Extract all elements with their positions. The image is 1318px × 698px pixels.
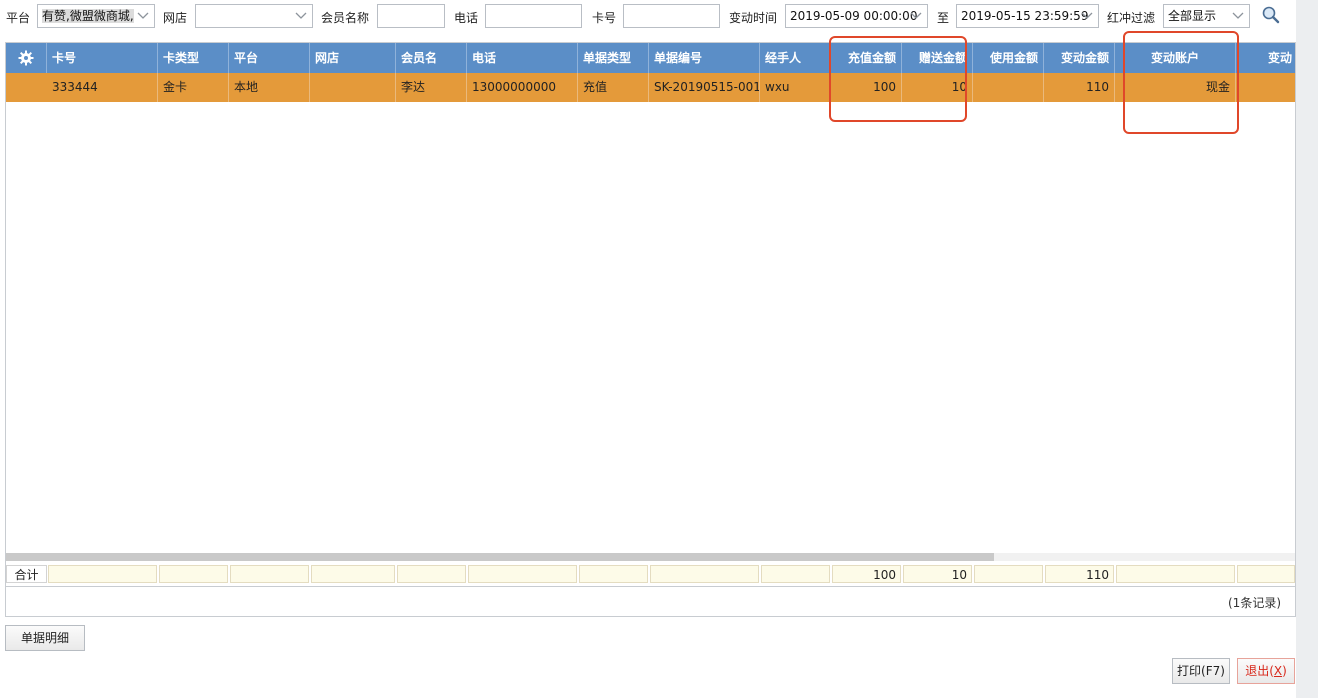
cell-extra: [1236, 73, 1295, 102]
reverse-filter-value: 全部显示: [1168, 9, 1217, 23]
card-no-label: 卡号: [592, 11, 617, 25]
total-shop: [311, 565, 395, 583]
col-card-no[interactable]: 卡号: [47, 43, 158, 73]
col-platform[interactable]: 平台: [229, 43, 310, 73]
chevron-down-icon[interactable]: [1081, 7, 1095, 25]
cell-card-no: 333444: [47, 73, 158, 102]
total-doc-no: [650, 565, 759, 583]
card-change-grid: 卡号 卡类型 平台 网店 会员名 电话 单据类型 单据编号 经手人 充值金额 赠…: [5, 42, 1296, 617]
col-member-name[interactable]: 会员名: [396, 43, 467, 73]
platform-select[interactable]: 有赞,微盟微商城,: [37, 4, 155, 28]
cell-handler: wxu: [760, 73, 831, 102]
total-recharge: 100: [832, 565, 901, 583]
cell-card-type: 金卡: [158, 73, 229, 102]
exit-shortcut-key: X: [1273, 664, 1283, 678]
shop-label: 网店: [163, 11, 188, 25]
total-card-type: [159, 565, 228, 583]
exit-label-suffix: ): [1282, 664, 1287, 678]
card-no-input[interactable]: [623, 4, 720, 28]
reverse-filter-select[interactable]: 全部显示: [1163, 4, 1250, 28]
search-icon[interactable]: [1261, 5, 1281, 25]
total-change: 110: [1045, 565, 1114, 583]
column-settings-button[interactable]: [6, 43, 47, 73]
chevron-down-icon[interactable]: [910, 7, 924, 25]
col-card-type[interactable]: 卡类型: [158, 43, 229, 73]
total-used: [974, 565, 1043, 583]
chevron-down-icon[interactable]: [295, 7, 309, 25]
cell-doc-no: SK-20190515-001: [649, 73, 760, 102]
cell-doc-type: 充值: [578, 73, 649, 102]
time-to-value: 2019-05-15 23:59:59: [961, 9, 1089, 23]
total-account: [1116, 565, 1235, 583]
total-member: [397, 565, 466, 583]
change-time-label: 变动时间: [729, 11, 778, 25]
total-doc-type: [579, 565, 648, 583]
platform-label: 平台: [6, 11, 31, 25]
exit-button[interactable]: 退出(X): [1237, 658, 1295, 684]
grid-header: 卡号 卡类型 平台 网店 会员名 电话 单据类型 单据编号 经手人 充值金额 赠…: [6, 43, 1295, 73]
total-bonus: 10: [903, 565, 972, 583]
table-row[interactable]: 333444 金卡 本地 李达 13000000000 充值 SK-201905…: [6, 73, 1295, 102]
member-name-input[interactable]: [377, 4, 445, 28]
col-change[interactable]: 变动金额: [1044, 43, 1115, 73]
total-card-no: [48, 565, 157, 583]
total-platform: [230, 565, 309, 583]
record-count: (1条记录): [1228, 596, 1281, 610]
platform-value: 有赞,微盟微商城,: [42, 9, 134, 23]
totals-label: 合计: [6, 565, 47, 583]
time-from-value: 2019-05-09 00:00:00: [790, 9, 918, 23]
total-extra: [1237, 565, 1295, 583]
time-to-picker[interactable]: 2019-05-15 23:59:59: [956, 4, 1099, 28]
cell-member-name: 李达: [396, 73, 467, 102]
col-phone[interactable]: 电话: [467, 43, 578, 73]
gear-icon[interactable]: [18, 50, 34, 66]
cell-change: 110: [1044, 73, 1115, 102]
right-edge-strip: [1296, 0, 1318, 698]
phone-input[interactable]: [485, 4, 582, 28]
cell-shop: [310, 73, 396, 102]
col-used[interactable]: 使用金额: [973, 43, 1044, 73]
scrollbar-thumb[interactable]: [6, 553, 994, 561]
chevron-down-icon[interactable]: [137, 7, 151, 25]
time-from-picker[interactable]: 2019-05-09 00:00:00: [785, 4, 928, 28]
col-handler[interactable]: 经手人: [760, 43, 831, 73]
col-doc-no[interactable]: 单据编号: [649, 43, 760, 73]
highlight-box-account: [1123, 31, 1239, 134]
to-label: 至: [937, 11, 950, 25]
horizontal-scrollbar[interactable]: [6, 553, 1295, 561]
exit-label-prefix: 退出(: [1245, 664, 1274, 678]
chevron-down-icon[interactable]: [1232, 7, 1246, 25]
phone-label: 电话: [454, 11, 479, 25]
highlight-box-amounts: [829, 36, 967, 122]
col-doc-type[interactable]: 单据类型: [578, 43, 649, 73]
print-button[interactable]: 打印(F7): [1172, 658, 1230, 684]
totals-divider: [6, 586, 1295, 587]
cell-phone: 13000000000: [467, 73, 578, 102]
cell-platform: 本地: [229, 73, 310, 102]
total-phone: [468, 565, 577, 583]
reverse-filter-label: 红冲过滤: [1107, 11, 1156, 25]
col-shop[interactable]: 网店: [310, 43, 396, 73]
totals-row: 合计 100 10 110: [6, 563, 1295, 585]
cell-used: [973, 73, 1044, 102]
shop-select[interactable]: [195, 4, 313, 28]
member-name-label: 会员名称: [321, 11, 370, 25]
col-extra[interactable]: 变动: [1236, 43, 1295, 73]
total-handler: [761, 565, 830, 583]
document-detail-button[interactable]: 单据明细: [5, 625, 85, 651]
